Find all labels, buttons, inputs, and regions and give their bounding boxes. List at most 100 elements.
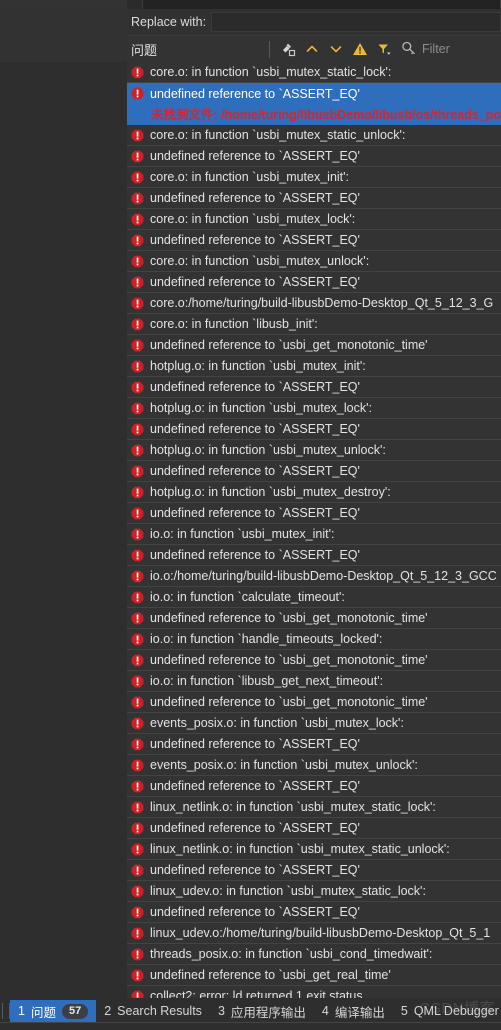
replace-with-input[interactable] bbox=[211, 12, 501, 32]
issue-row[interactable]: threads_posix.o: in function `usbi_cond_… bbox=[127, 944, 501, 965]
issue-row[interactable]: core.o: in function `usbi_mutex_init': bbox=[127, 167, 501, 188]
issue-row[interactable]: undefined reference to `ASSERT_EQ' bbox=[127, 734, 501, 755]
issues-rows-container: core.o: in function `usbi_mutex_static_l… bbox=[127, 62, 501, 998]
issue-row[interactable]: undefined reference to `ASSERT_EQ' 未找到文件:… bbox=[127, 83, 501, 125]
output-pane-tab-label: QML Debugger Co bbox=[413, 1004, 501, 1018]
issue-row[interactable]: undefined reference to `ASSERT_EQ' bbox=[127, 188, 501, 209]
warning-filter-icon[interactable] bbox=[348, 38, 372, 60]
issue-text: io.o: in function `calculate_timeout': bbox=[150, 590, 345, 604]
issue-row[interactable]: undefined reference to `ASSERT_EQ' bbox=[127, 503, 501, 524]
issue-row[interactable]: core.o:/home/turing/build-libusbDemo-Des… bbox=[127, 293, 501, 314]
issues-list[interactable]: core.o: in function `usbi_mutex_static_l… bbox=[127, 62, 501, 998]
error-icon bbox=[131, 759, 144, 772]
error-icon bbox=[131, 906, 144, 919]
error-icon bbox=[131, 591, 144, 604]
issue-row[interactable]: events_posix.o: in function `usbi_mutex_… bbox=[127, 755, 501, 776]
issue-count-badge: 57 bbox=[61, 1003, 89, 1019]
issue-row[interactable]: undefined reference to `ASSERT_EQ' bbox=[127, 461, 501, 482]
error-icon bbox=[131, 696, 144, 709]
issue-row[interactable]: io.o: in function `handle_timeouts_locke… bbox=[127, 629, 501, 650]
output-pane-tab-5[interactable]: 5 QML Debugger Co bbox=[393, 1000, 501, 1022]
issue-row[interactable]: core.o: in function `usbi_mutex_unlock': bbox=[127, 251, 501, 272]
issue-row[interactable]: undefined reference to `usbi_get_monoton… bbox=[127, 650, 501, 671]
output-pane-tab-number: 3 bbox=[217, 1004, 225, 1018]
error-icon bbox=[131, 486, 144, 499]
issue-row[interactable]: hotplug.o: in function `usbi_mutex_lock'… bbox=[127, 398, 501, 419]
filter-funnel-icon[interactable] bbox=[372, 38, 396, 60]
issue-row[interactable]: undefined reference to `ASSERT_EQ' bbox=[127, 272, 501, 293]
issue-text: core.o: in function `usbi_mutex_static_l… bbox=[150, 65, 392, 79]
output-pane-tab-label: 问题 bbox=[30, 1005, 56, 1020]
issue-row[interactable]: undefined reference to `usbi_get_monoton… bbox=[127, 692, 501, 713]
issue-text: undefined reference to `ASSERT_EQ' bbox=[150, 821, 360, 835]
error-icon bbox=[131, 612, 144, 625]
issue-row[interactable]: io.o:/home/turing/build-libusbDemo-Deskt… bbox=[127, 566, 501, 587]
issue-row[interactable]: io.o: in function `libusb_get_next_timeo… bbox=[127, 671, 501, 692]
issue-text: events_posix.o: in function `usbi_mutex_… bbox=[150, 758, 418, 772]
issue-text: undefined reference to `ASSERT_EQ' bbox=[150, 779, 360, 793]
issue-row[interactable]: undefined reference to `ASSERT_EQ' bbox=[127, 230, 501, 251]
issue-text: undefined reference to `usbi_get_monoton… bbox=[150, 653, 428, 667]
error-icon bbox=[131, 549, 144, 562]
output-pane-tab-4[interactable]: 4 编译输出 bbox=[314, 1000, 393, 1022]
issue-row[interactable]: undefined reference to `usbi_get_real_ti… bbox=[127, 965, 501, 986]
issue-row[interactable]: undefined reference to `ASSERT_EQ' bbox=[127, 860, 501, 881]
error-icon bbox=[131, 864, 144, 877]
error-icon bbox=[131, 423, 144, 436]
issue-text: undefined reference to `ASSERT_EQ' bbox=[150, 191, 360, 205]
issues-pane-toolbar: 问题 Filter bbox=[127, 35, 501, 62]
issue-row[interactable]: events_posix.o: in function `usbi_mutex_… bbox=[127, 713, 501, 734]
previous-issue-icon[interactable] bbox=[300, 38, 324, 60]
issue-row[interactable]: undefined reference to `ASSERT_EQ' bbox=[127, 419, 501, 440]
issue-row[interactable]: undefined reference to `ASSERT_EQ' bbox=[127, 545, 501, 566]
issue-row[interactable]: undefined reference to `ASSERT_EQ' bbox=[127, 818, 501, 839]
issue-row-detail: 未找到文件: /home/turing/libusbDemo/libusb/os… bbox=[151, 108, 501, 122]
issue-row[interactable]: hotplug.o: in function `usbi_mutex_destr… bbox=[127, 482, 501, 503]
issue-text: core.o:/home/turing/build-libusbDemo-Des… bbox=[150, 296, 494, 310]
issue-row[interactable]: undefined reference to `ASSERT_EQ' bbox=[127, 146, 501, 167]
issue-row[interactable]: core.o: in function `libusb_init': bbox=[127, 314, 501, 335]
issue-row[interactable]: linux_netlink.o: in function `usbi_mutex… bbox=[127, 839, 501, 860]
issue-row[interactable]: linux_udev.o:/home/turing/build-libusbDe… bbox=[127, 923, 501, 944]
issue-row[interactable]: linux_udev.o: in function `usbi_mutex_st… bbox=[127, 881, 501, 902]
issue-row[interactable]: collect2: error: ld returned 1 exit stat… bbox=[127, 986, 501, 998]
issue-row[interactable]: hotplug.o: in function `usbi_mutex_unloc… bbox=[127, 440, 501, 461]
issue-row[interactable]: hotplug.o: in function `usbi_mutex_init'… bbox=[127, 356, 501, 377]
issue-text: undefined reference to `ASSERT_EQ' bbox=[150, 737, 360, 751]
issue-row[interactable]: core.o: in function `usbi_mutex_static_u… bbox=[127, 125, 501, 146]
issues-filter-box[interactable]: Filter bbox=[398, 38, 501, 60]
clear-issues-icon[interactable] bbox=[276, 38, 300, 60]
output-pane-tab-number: 5 bbox=[400, 1004, 408, 1018]
output-pane-tab-3[interactable]: 3 应用程序输出 bbox=[210, 1000, 314, 1022]
error-icon bbox=[131, 129, 144, 142]
error-icon bbox=[131, 171, 144, 184]
output-pane-tab-1[interactable]: 1 问题 57 bbox=[10, 1000, 97, 1022]
issue-row[interactable]: undefined reference to `usbi_get_monoton… bbox=[127, 335, 501, 356]
next-issue-icon[interactable] bbox=[324, 38, 348, 60]
issue-text: io.o:/home/turing/build-libusbDemo-Deskt… bbox=[150, 569, 497, 583]
issue-text: undefined reference to `ASSERT_EQ' bbox=[150, 464, 360, 478]
error-icon bbox=[131, 66, 144, 79]
issue-row[interactable]: linux_netlink.o: in function `usbi_mutex… bbox=[127, 797, 501, 818]
qt-creator-issues-panel: Replace with: 问题 Filter core.o: in funct… bbox=[0, 0, 501, 1030]
issue-row[interactable]: core.o: in function `usbi_mutex_lock': bbox=[127, 209, 501, 230]
statusbar-grip[interactable] bbox=[2, 1003, 10, 1019]
error-icon bbox=[131, 654, 144, 667]
issue-row[interactable]: undefined reference to `ASSERT_EQ' bbox=[127, 776, 501, 797]
output-pane-tab-2[interactable]: 2 Search Results bbox=[96, 1000, 210, 1022]
issue-row[interactable]: undefined reference to `usbi_get_monoton… bbox=[127, 608, 501, 629]
toolbar-separator bbox=[269, 40, 270, 58]
issue-text: core.o: in function `usbi_mutex_static_u… bbox=[150, 128, 406, 142]
issue-row[interactable]: undefined reference to `ASSERT_EQ' bbox=[127, 377, 501, 398]
issue-text: undefined reference to `ASSERT_EQ' bbox=[150, 86, 360, 101]
error-icon bbox=[131, 402, 144, 415]
issue-text: io.o: in function `libusb_get_next_timeo… bbox=[150, 674, 384, 688]
issue-row[interactable]: undefined reference to `ASSERT_EQ' bbox=[127, 902, 501, 923]
issue-text: undefined reference to `usbi_get_monoton… bbox=[150, 611, 428, 625]
issue-row[interactable]: io.o: in function `calculate_timeout': bbox=[127, 587, 501, 608]
issue-row[interactable]: core.o: in function `usbi_mutex_static_l… bbox=[127, 62, 501, 83]
output-pane-tab-label: 编译输出 bbox=[334, 1005, 385, 1020]
find-input-partial[interactable] bbox=[142, 0, 501, 9]
error-icon bbox=[131, 990, 144, 998]
issue-row[interactable]: io.o: in function `usbi_mutex_init': bbox=[127, 524, 501, 545]
